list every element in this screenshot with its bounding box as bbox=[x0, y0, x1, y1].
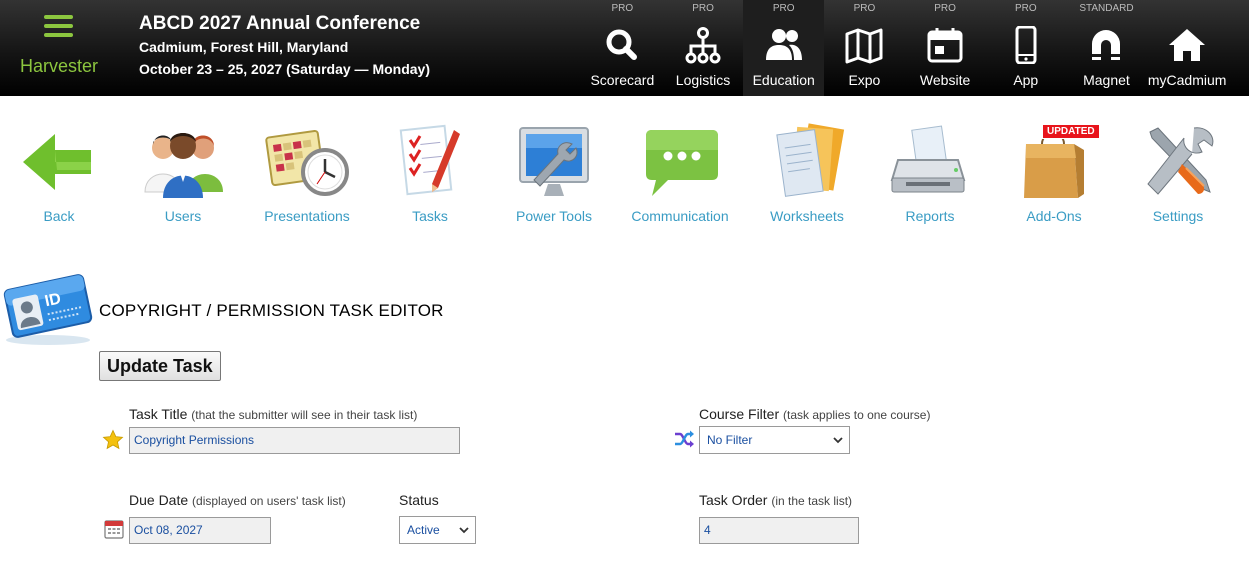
tool-tasks[interactable]: Tasks bbox=[368, 118, 492, 230]
nav-label: Expo bbox=[848, 72, 881, 88]
nav-tier-label: PRO bbox=[1014, 3, 1037, 14]
nav-scorecard[interactable]: PRO Scorecard bbox=[582, 0, 663, 96]
course-filter-label-text: Course Filter bbox=[699, 406, 780, 422]
nav-label: Website bbox=[919, 72, 971, 88]
calendar-icon[interactable] bbox=[103, 518, 125, 540]
tool-reports[interactable]: Reports bbox=[868, 118, 992, 230]
printer-icon bbox=[888, 122, 972, 202]
tool-label: Tasks bbox=[412, 208, 448, 224]
tool-label: Add-Ons bbox=[1026, 208, 1082, 224]
magnet-icon bbox=[1086, 26, 1126, 64]
nav-magnet[interactable]: STANDARD Magnet bbox=[1066, 0, 1147, 96]
nav-education[interactable]: PRO Education bbox=[743, 0, 825, 96]
chat-bubble-icon bbox=[638, 122, 722, 202]
tool-power-tools[interactable]: Power Tools bbox=[492, 118, 616, 230]
wrench-screwdriver-icon bbox=[1136, 122, 1220, 202]
event-dates: October 23 – 25, 2027 (Saturday — Monday… bbox=[139, 61, 430, 77]
tool-label: Users bbox=[164, 208, 202, 224]
chevron-down-icon bbox=[459, 527, 469, 534]
nav-tier-label: STANDARD bbox=[1079, 3, 1134, 14]
checklist-icon bbox=[388, 122, 472, 202]
nav-website[interactable]: PRO Website bbox=[905, 0, 986, 96]
tool-label: Settings bbox=[1152, 208, 1204, 224]
nav-label: Magnet bbox=[1083, 72, 1130, 88]
chevron-down-icon bbox=[833, 437, 843, 444]
event-title: ABCD 2027 Annual Conference bbox=[139, 13, 421, 34]
course-filter-value: No Filter bbox=[707, 433, 753, 447]
documents-icon bbox=[765, 122, 849, 202]
course-filter-hint: (task applies to one course) bbox=[783, 408, 931, 422]
nav-tier-label: PRO bbox=[934, 3, 956, 14]
status-select[interactable]: Active bbox=[399, 516, 476, 544]
tool-back[interactable]: Back bbox=[0, 118, 121, 230]
nav-label: App bbox=[1013, 72, 1039, 88]
nav-label: Scorecard bbox=[590, 72, 655, 88]
schedule-clock-icon bbox=[265, 122, 349, 202]
tool-users[interactable]: Users bbox=[121, 118, 245, 230]
star-icon bbox=[102, 429, 124, 451]
update-task-button[interactable]: Update Task bbox=[99, 351, 221, 381]
task-order-hint: (in the task list) bbox=[771, 494, 853, 508]
nav-tier-label: PRO bbox=[692, 3, 714, 14]
nav-tier-label: PRO bbox=[772, 3, 795, 14]
id-card-icon: ID bbox=[2, 270, 94, 348]
task-title-hint: (that the submitter will see in their ta… bbox=[191, 408, 418, 422]
tool-label: Reports bbox=[905, 208, 955, 224]
nav-tier-label: PRO bbox=[853, 3, 876, 14]
due-date-hint: (displayed on users' task list) bbox=[192, 494, 346, 508]
users-icon bbox=[141, 122, 225, 202]
main-nav: PRO Scorecard PRO Logistics PRO Educatio… bbox=[582, 0, 1228, 96]
updated-badge: UPDATED bbox=[1042, 124, 1100, 139]
event-info: ABCD 2027 Annual Conference Cadmium, For… bbox=[139, 12, 430, 80]
task-order-input[interactable]: 4 bbox=[699, 517, 859, 544]
course-filter-label: Course Filter (task applies to one cours… bbox=[699, 406, 930, 422]
task-order-label: Task Order (in the task list) bbox=[699, 492, 852, 508]
task-title-label-text: Task Title bbox=[129, 406, 188, 422]
tool-worksheets[interactable]: Worksheets bbox=[745, 118, 869, 230]
hierarchy-icon bbox=[683, 26, 723, 64]
tool-settings[interactable]: Settings bbox=[1116, 118, 1240, 230]
back-arrow-icon bbox=[17, 122, 101, 202]
tool-strip: Back Users Presentations Tasks Power Too… bbox=[0, 118, 1249, 230]
due-date-input[interactable]: Oct 08, 2027 bbox=[129, 517, 271, 544]
status-label: Status bbox=[399, 492, 439, 508]
nav-label: Education bbox=[752, 72, 815, 88]
nav-mycadmium[interactable]: myCadmium bbox=[1147, 0, 1228, 96]
due-date-label-text: Due Date bbox=[129, 492, 189, 508]
due-date-label: Due Date (displayed on users' task list) bbox=[129, 492, 346, 508]
brand[interactable]: Harvester bbox=[0, 0, 118, 96]
home-icon bbox=[1167, 26, 1207, 64]
course-filter-select[interactable]: No Filter bbox=[699, 426, 850, 454]
search-icon bbox=[602, 26, 642, 64]
brand-name: Harvester bbox=[19, 56, 99, 76]
monitor-wrench-icon bbox=[512, 122, 596, 202]
task-order-label-text: Task Order bbox=[699, 492, 768, 508]
event-location: Cadmium, Forest Hill, Maryland bbox=[139, 39, 349, 55]
nav-label: Logistics bbox=[675, 72, 731, 88]
tool-label: Power Tools bbox=[515, 208, 592, 224]
tool-presentations[interactable]: Presentations bbox=[245, 118, 369, 230]
top-bar: Harvester ABCD 2027 Annual Conference Ca… bbox=[0, 0, 1249, 96]
task-title-input[interactable]: Copyright Permissions bbox=[129, 427, 460, 454]
nav-tier-label: PRO bbox=[611, 3, 634, 14]
nav-app[interactable]: PRO App bbox=[985, 0, 1066, 96]
nav-expo[interactable]: PRO Expo bbox=[824, 0, 905, 96]
calendar-icon bbox=[925, 26, 965, 64]
map-icon bbox=[844, 26, 884, 64]
tool-communication[interactable]: Communication bbox=[618, 118, 742, 230]
status-value: Active bbox=[407, 523, 440, 537]
tool-add-ons[interactable]: UPDATED Add-Ons bbox=[992, 118, 1116, 230]
tool-label: Communication bbox=[631, 208, 729, 224]
task-title-label: Task Title (that the submitter will see … bbox=[129, 406, 417, 422]
people-icon bbox=[764, 26, 804, 64]
phone-icon bbox=[1006, 26, 1046, 64]
nav-logistics[interactable]: PRO Logistics bbox=[663, 0, 744, 96]
page-title: COPYRIGHT / PERMISSION TASK EDITOR bbox=[99, 301, 444, 320]
shuffle-icon bbox=[673, 428, 695, 450]
hamburger-menu-icon[interactable] bbox=[44, 15, 73, 37]
nav-label: myCadmium bbox=[1147, 72, 1227, 88]
